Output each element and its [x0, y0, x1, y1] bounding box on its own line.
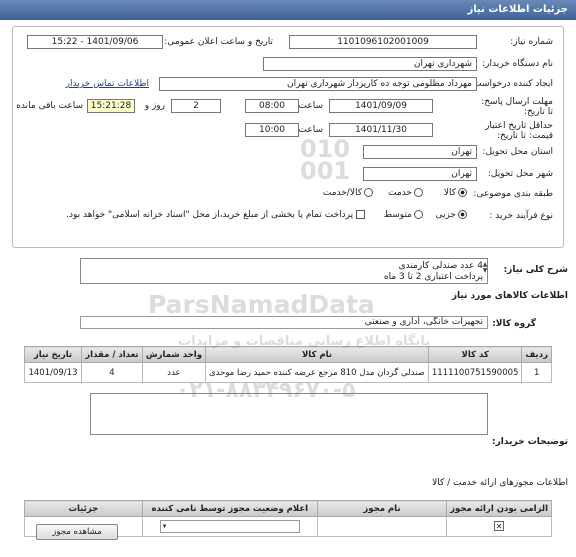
goods-table-header: ردیف کد کالا نام کالا واحد شمارش تعداد /… — [24, 346, 552, 363]
province-field: تهران — [363, 145, 477, 159]
announce-label: تاریخ و ساعت اعلان عمومی: — [164, 37, 273, 47]
cell-row: 1 — [521, 362, 552, 383]
category-option-service[interactable]: خدمت — [388, 188, 423, 198]
need-number-field: 1101096102001009 — [289, 35, 477, 49]
remaining-time-field: 15:21:28 — [87, 99, 135, 113]
dropdown-arrow-icon[interactable]: ▾ — [163, 522, 167, 530]
buyer-notes-label: توضیحات خریدار: — [492, 437, 568, 447]
col-permit-name: نام مجوز — [316, 500, 448, 517]
radio-icon[interactable] — [414, 188, 423, 197]
purchase-option-minor[interactable]: جزیی — [435, 210, 467, 220]
description-line: 4 عدد صندلی کارمندی — [398, 261, 483, 271]
need-details-panel: شماره نیاز: 1101096102001009 تاریخ و ساع… — [12, 26, 564, 248]
col-permit-details: جزئیات — [24, 500, 143, 517]
validity-time-field: 10:00 — [245, 123, 299, 137]
category-label: طبقه بندی موضوعی: — [473, 189, 553, 199]
category-option-goods-label: کالا — [443, 188, 456, 198]
cell-permit-name — [316, 516, 448, 537]
goods-group-label: گروه کالا: — [492, 319, 536, 329]
goods-section-title: اطلاعات کالاهای مورد نیاز — [451, 291, 568, 301]
description-label: شرح کلی نیاز: — [503, 265, 568, 275]
buyer-contact-link[interactable]: اطلاعات تماس خریدار — [66, 79, 149, 89]
permit-status-select[interactable]: ▾ — [159, 520, 300, 533]
deadline-label: مهلت ارسال پاسخ: تا تاریخ: — [481, 97, 553, 117]
cell-name: صندلی گردان مدل 810 مرجع عرضه کننده حمید… — [205, 362, 429, 383]
validity-time-label: ساعت — [298, 125, 324, 135]
category-option-goods-service[interactable]: کالا/خدمت — [323, 188, 373, 198]
creator-label: ایجاد کننده درخواست: — [470, 79, 553, 89]
checkbox-icon[interactable] — [356, 210, 365, 219]
buyer-field: شهرداری تهران — [263, 57, 477, 71]
radio-selected-icon[interactable] — [458, 210, 467, 219]
deadline-date-field: 1401/09/09 — [329, 99, 433, 113]
validity-date-field: 1401/11/30 — [329, 123, 433, 137]
checkbox-crossed-icon: ✕ — [494, 521, 505, 531]
buyer-label: نام دستگاه خریدار: — [482, 59, 553, 69]
purchase-type-label: نوع فرآیند خرید : — [489, 211, 553, 221]
watermark-brand: ParsNamadData — [148, 290, 375, 319]
cell-need-date: 1401/09/13 — [24, 362, 82, 383]
creator-field: مهرداد مظلومی توجه ده کارپرداز شهرداری ت… — [159, 77, 477, 91]
col-code: کد کالا — [427, 346, 523, 363]
col-name: نام کالا — [205, 346, 429, 363]
view-permit-button[interactable]: مشاهده مجوز — [36, 524, 118, 540]
description-textarea[interactable]: 4 عدد صندلی کارمندی پرداخت اعتباری 2 تا … — [80, 258, 488, 284]
deadline-time-label: ساعت — [298, 101, 324, 111]
description-line: پرداخت اعتباری 2 تا 3 ماه — [383, 272, 483, 282]
province-label: استان محل تحویل: — [482, 147, 553, 157]
cell-quantity: 4 — [80, 362, 143, 383]
payment-note: پرداخت تمام یا بخشی از مبلغ خرید،از محل … — [66, 210, 354, 220]
purchase-option-medium-label: متوسط — [383, 210, 412, 220]
goods-table: ردیف کد کالا نام کالا واحد شمارش تعداد /… — [24, 346, 552, 383]
cell-permit-required: ✕ — [446, 516, 552, 537]
islamic-treasury-payment[interactable]: پرداخت تمام یا بخشی از مبلغ خرید،از محل … — [66, 210, 365, 220]
col-permit-status: اعلام وضعیت مجوز توسط نامی کننده — [141, 500, 318, 517]
radio-selected-icon[interactable] — [458, 188, 467, 197]
permits-section-title: اطلاعات مجوزهای ارائه خدمت / کالا — [432, 478, 568, 488]
col-row: ردیف — [521, 346, 552, 363]
city-label: شهر محل تحویل: — [487, 169, 553, 179]
permits-table-header: الزامی بودن ارائه مجوز نام مجوز اعلام وض… — [24, 500, 552, 517]
city-field: تهران — [363, 167, 477, 181]
table-row: 1 1111100751590005 صندلی گردان مدل 810 م… — [24, 362, 552, 383]
col-permit-required: الزامی بودن ارائه مجوز — [446, 500, 552, 517]
page-header: جزئیات اطلاعات نیاز — [0, 0, 576, 20]
purchase-option-medium[interactable]: متوسط — [384, 210, 423, 220]
cell-permit-status: ▾ — [141, 516, 318, 537]
days-remaining-field: 2 — [171, 99, 221, 113]
days-label: روز و — [144, 101, 165, 111]
cell-code: 1111100751590005 — [427, 362, 523, 383]
radio-icon[interactable] — [364, 188, 373, 197]
col-quantity: تعداد / مقدار — [80, 346, 143, 363]
announce-field: 1401/09/06 - 15:22 — [27, 35, 163, 49]
category-option-service-label: خدمت — [388, 188, 412, 198]
scroll-arrows-icon[interactable]: ▲ ▼ — [481, 262, 489, 274]
need-number-label: شماره نیاز: — [510, 37, 553, 47]
category-option-goods[interactable]: کالا — [444, 188, 467, 198]
deadline-time-field: 08:00 — [245, 99, 299, 113]
remaining-time-label: ساعت باقی مانده — [16, 101, 83, 111]
goods-group-field: تجهیزات خانگی، اداری و صنعتی — [80, 316, 488, 329]
validity-label: حداقل تاریخ اعتبار قیمت: تا تاریخ: — [485, 121, 553, 141]
col-unit: واحد شمارش — [141, 346, 207, 363]
category-option-goods-service-label: کالا/خدمت — [322, 188, 362, 198]
col-need-date: تاریخ نیاز — [24, 346, 82, 363]
buyer-notes-textarea[interactable] — [90, 393, 488, 435]
cell-unit: عدد — [141, 362, 207, 383]
purchase-option-minor-label: جزیی — [435, 210, 456, 220]
radio-icon[interactable] — [414, 210, 423, 219]
